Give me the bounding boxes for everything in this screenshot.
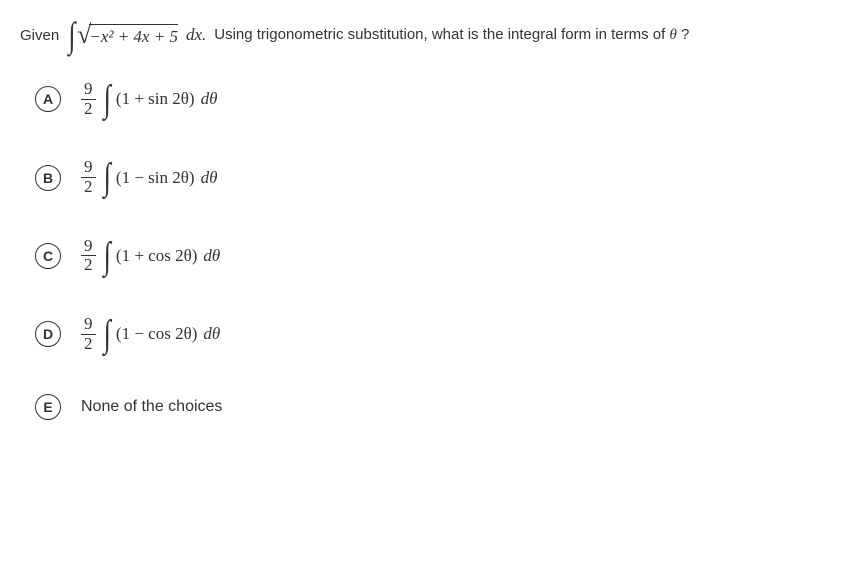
option-c-math: 9 2 ∫ (1 + cos 2θ) dθ — [81, 237, 220, 275]
dtheta: dθ — [203, 246, 220, 266]
sqrt-expression: √ −x² + 4x + 5 — [77, 20, 178, 50]
option-e-text: None of the choices — [81, 398, 222, 416]
dx-text: dx. — [186, 25, 206, 45]
option-a-math: 9 2 ∫ (1 + sin 2θ) dθ — [81, 80, 217, 118]
integral-sign-icon: ∫ — [69, 21, 76, 50]
integral-sign-icon: ∫ — [103, 241, 110, 271]
given-label: Given — [20, 27, 59, 44]
option-letter-d: D — [35, 321, 61, 347]
question-tail: Using trigonometric substitution, what i… — [214, 26, 689, 44]
sqrt-content: −x² + 4x + 5 — [89, 24, 178, 47]
question-stem: Given ∫ √ −x² + 4x + 5 dx. Using trigono… — [20, 20, 847, 50]
option-d[interactable]: D 9 2 ∫ (1 − cos 2θ) dθ — [35, 315, 847, 353]
option-b-math: 9 2 ∫ (1 − sin 2θ) dθ — [81, 158, 217, 196]
option-b[interactable]: B 9 2 ∫ (1 − sin 2θ) dθ — [35, 158, 847, 196]
integrand: (1 + cos 2θ) — [116, 246, 197, 266]
fraction: 9 2 — [81, 315, 96, 353]
dtheta: dθ — [201, 89, 218, 109]
fraction: 9 2 — [81, 158, 96, 196]
option-letter-b: B — [35, 165, 61, 191]
dtheta: dθ — [201, 168, 218, 188]
option-c[interactable]: C 9 2 ∫ (1 + cos 2θ) dθ — [35, 237, 847, 275]
integrand: (1 + sin 2θ) — [116, 89, 195, 109]
integral-sign-icon: ∫ — [103, 162, 110, 192]
integral-sign-icon: ∫ — [103, 84, 110, 114]
question-integral: ∫ √ −x² + 4x + 5 dx. — [67, 20, 206, 50]
integrand: (1 − sin 2θ) — [116, 168, 195, 188]
integrand: (1 − cos 2θ) — [116, 324, 197, 344]
option-e[interactable]: E None of the choices — [35, 394, 847, 420]
option-d-math: 9 2 ∫ (1 − cos 2θ) dθ — [81, 315, 220, 353]
option-letter-e: E — [35, 394, 61, 420]
fraction: 9 2 — [81, 80, 96, 118]
fraction: 9 2 — [81, 237, 96, 275]
integral-sign-icon: ∫ — [103, 319, 110, 349]
option-letter-c: C — [35, 243, 61, 269]
dtheta: dθ — [203, 324, 220, 344]
option-a[interactable]: A 9 2 ∫ (1 + sin 2θ) dθ — [35, 80, 847, 118]
option-letter-a: A — [35, 86, 61, 112]
